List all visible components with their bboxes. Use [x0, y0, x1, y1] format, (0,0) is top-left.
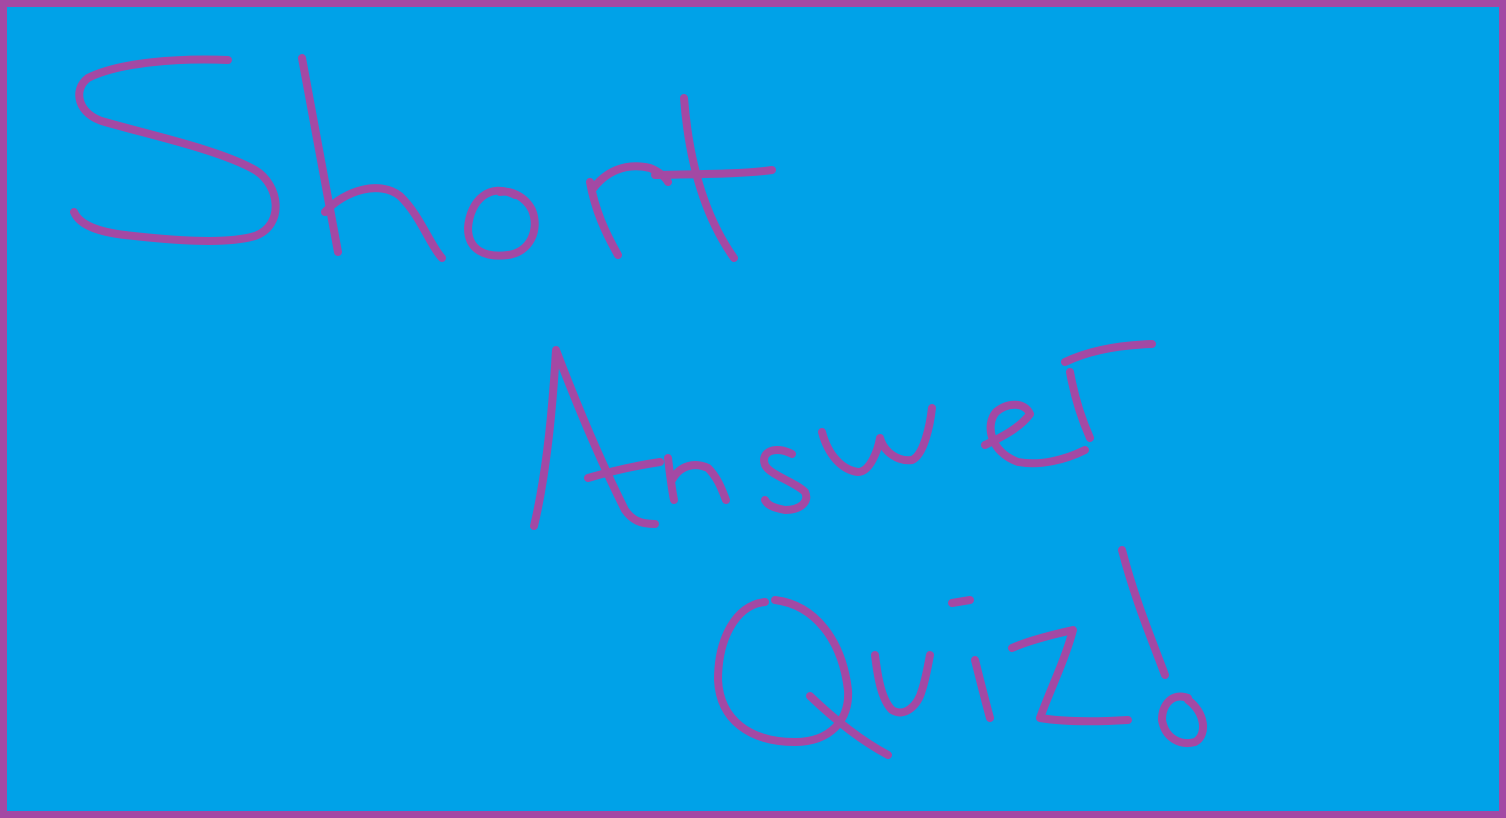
- letter-w: [818, 404, 936, 476]
- letter-z: [1008, 626, 1132, 726]
- letter-i: [948, 596, 994, 722]
- word-short: [70, 54, 776, 262]
- letter-q: [714, 596, 892, 759]
- drawing-canvas: Short Answer Quiz!: [0, 0, 1506, 818]
- letter-t: [651, 94, 776, 262]
- letter-r: [586, 162, 672, 259]
- word-quiz: [714, 546, 1207, 759]
- letter-s-2: [760, 446, 811, 514]
- letter-h: [298, 54, 446, 262]
- letter-n: [664, 454, 730, 504]
- letter-u: [871, 651, 934, 717]
- word-answer: [530, 340, 1156, 530]
- letter-r-2: [1061, 340, 1156, 442]
- handwritten-title: [70, 54, 1207, 759]
- letter-s: [70, 55, 280, 245]
- letter-o: [464, 186, 539, 260]
- letter-a: [530, 346, 664, 530]
- letter-e: [981, 400, 1089, 468]
- letter-exclamation: [1118, 546, 1207, 747]
